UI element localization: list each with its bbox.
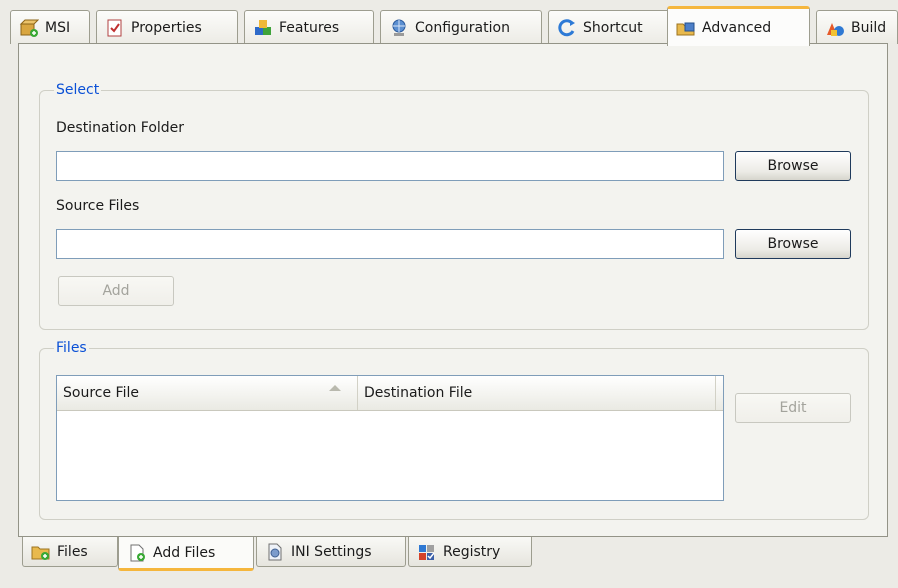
tab-advanced[interactable]: Advanced <box>667 6 810 46</box>
source-files-input[interactable] <box>56 229 724 259</box>
files-folder-icon <box>31 543 51 561</box>
tab-properties[interactable]: Properties <box>96 10 238 44</box>
registry-icon <box>417 543 437 561</box>
tab-files[interactable]: Files <box>22 537 118 567</box>
destination-browse-button[interactable]: Browse <box>735 151 851 181</box>
select-group-legend: Select <box>56 82 100 98</box>
add-files-document-icon <box>127 544 147 562</box>
column-header-destination-file[interactable]: Destination File <box>358 376 716 410</box>
edit-button[interactable]: Edit <box>735 393 851 423</box>
column-header-source-file[interactable]: Source File <box>57 376 358 410</box>
tab-ini-settings[interactable]: INI Settings <box>256 537 406 567</box>
tab-label: Advanced <box>702 19 772 36</box>
sort-ascending-icon <box>329 385 341 391</box>
tab-label: Files <box>57 543 88 560</box>
tab-label: INI Settings <box>291 543 372 560</box>
files-group-legend: Files <box>56 340 87 356</box>
tab-label: MSI <box>45 19 71 36</box>
column-label: Destination File <box>364 385 473 401</box>
destination-folder-label: Destination Folder <box>56 120 185 136</box>
features-blocks-icon <box>253 19 273 37</box>
destination-folder-input[interactable] <box>56 151 724 181</box>
build-shapes-icon <box>825 19 845 37</box>
tab-build[interactable]: Build <box>816 10 898 44</box>
tab-shortcut[interactable]: Shortcut <box>548 10 670 44</box>
tab-features[interactable]: Features <box>244 10 374 44</box>
msi-package-icon <box>19 19 39 37</box>
source-files-label: Source Files <box>56 198 140 214</box>
shortcut-arrow-icon <box>557 18 577 37</box>
tab-add-files[interactable]: Add Files <box>118 537 254 571</box>
tab-label: Configuration <box>415 19 510 36</box>
properties-checklist-icon <box>105 19 125 37</box>
tab-label: Shortcut <box>583 19 643 36</box>
tab-label: Build <box>851 19 887 36</box>
tab-label: Properties <box>131 19 202 36</box>
advanced-tab-panel: Select Destination Folder Browse Source … <box>18 43 888 537</box>
configuration-globe-icon <box>389 19 409 37</box>
tab-registry[interactable]: Registry <box>408 537 532 567</box>
add-button[interactable]: Add <box>58 276 174 306</box>
tab-label: Features <box>279 19 340 36</box>
column-label: Source File <box>63 385 139 401</box>
source-browse-button[interactable]: Browse <box>735 229 851 259</box>
tab-label: Add Files <box>153 544 216 561</box>
tab-msi[interactable]: MSI <box>10 10 90 44</box>
files-list-header: Source File Destination File <box>57 376 723 411</box>
tab-label: Registry <box>443 543 501 560</box>
advanced-folder-icon <box>676 19 696 37</box>
ini-settings-icon <box>265 543 285 561</box>
files-list-view[interactable]: Source File Destination File <box>56 375 724 501</box>
tab-configuration[interactable]: Configuration <box>380 10 542 44</box>
